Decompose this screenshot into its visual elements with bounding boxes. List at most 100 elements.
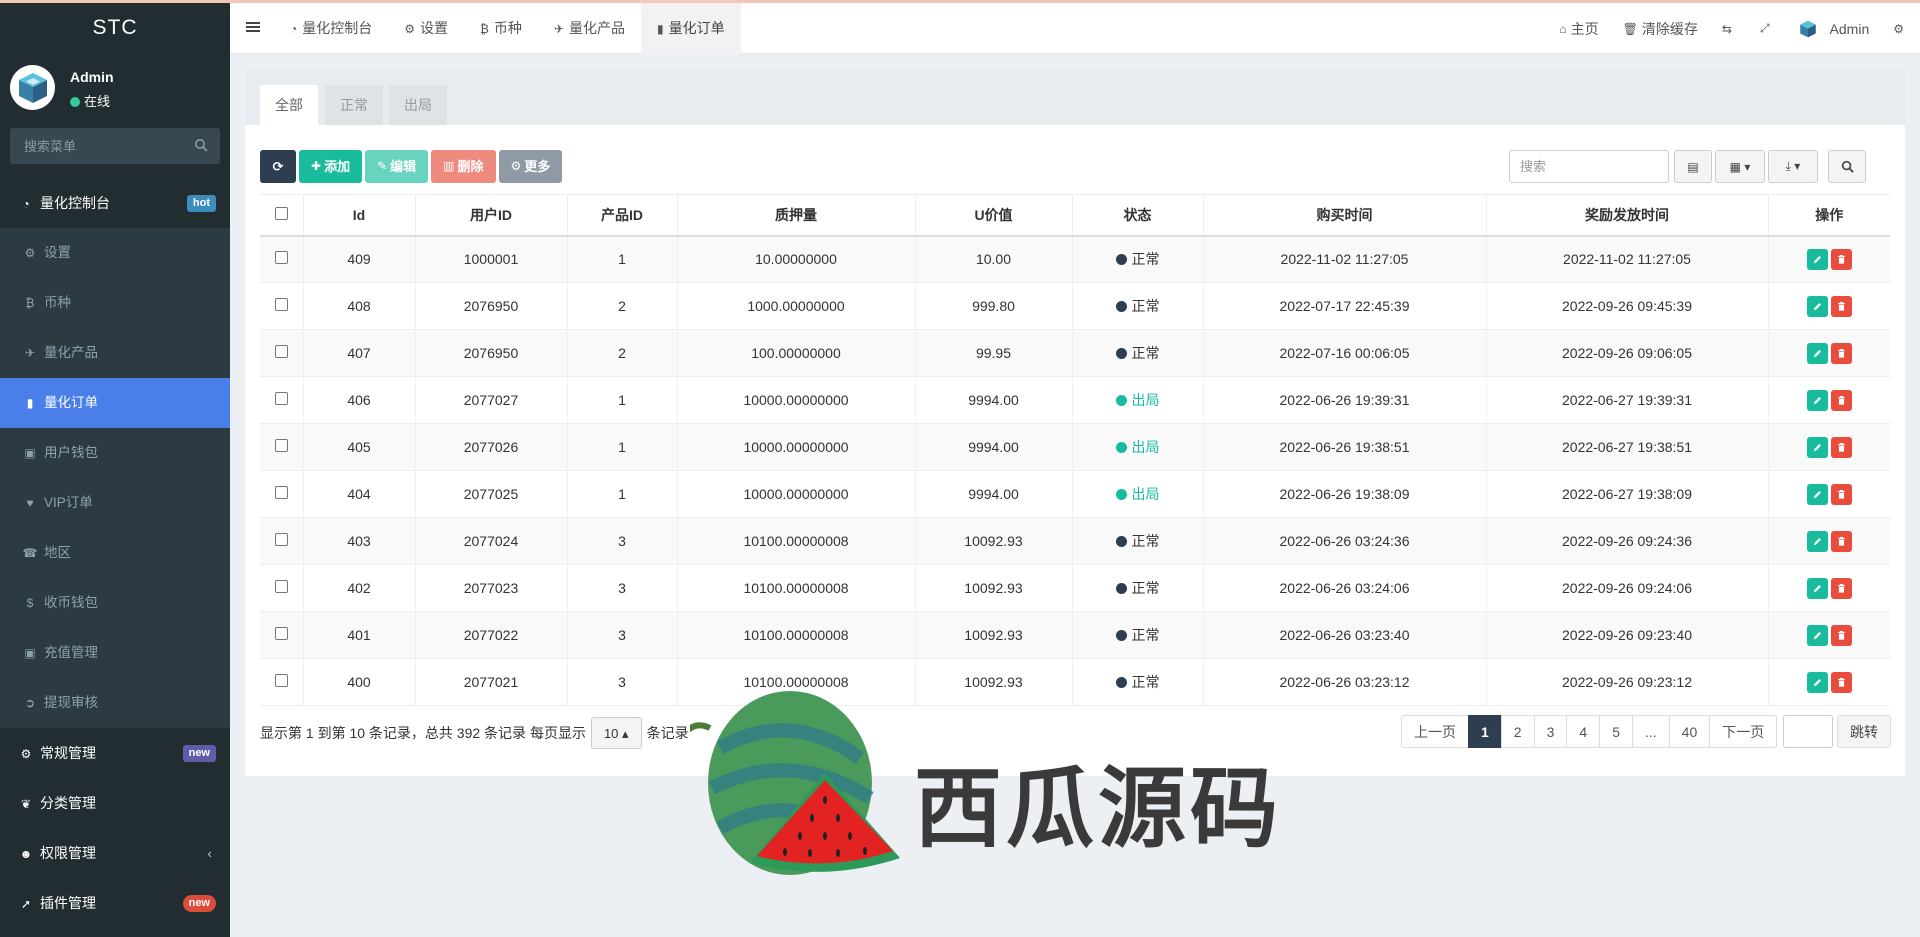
select-all-checkbox[interactable] — [274, 206, 288, 220]
next-page-button[interactable]: 下一页 — [1709, 715, 1778, 748]
col-reward-time[interactable]: 奖励发放时间 — [1486, 194, 1769, 237]
fullscreen-button[interactable]: ⤢ — [1748, 21, 1786, 36]
page-number-button[interactable]: 1 — [1468, 715, 1502, 748]
tab-coins[interactable]: ₿ 币种 — [464, 3, 538, 54]
sidebar-item-withdraw[interactable]: ➲ 提现审核 — [0, 678, 230, 728]
table-row[interactable]: 408 2076950 2 1000.00000000 999.80 正常 2022-07-… — [260, 282, 1890, 330]
row-checkbox[interactable] — [274, 627, 288, 640]
tab-orders[interactable]: ▮ 量化订单 — [640, 3, 741, 54]
sidebar-item-vip-orders[interactable]: ♥ VIP订单 — [0, 478, 230, 528]
col-user-id[interactable]: 用户ID — [415, 194, 568, 237]
row-edit-button[interactable] — [1806, 389, 1828, 411]
table-row[interactable]: 404 2077025 1 10000.00000000 9994.00 出局 2022-0… — [260, 470, 1890, 518]
sidebar-item-permission[interactable]: ☻ 权限管理 ‹ — [0, 828, 230, 878]
status-badge[interactable]: 正常 — [1115, 580, 1160, 596]
search-icon[interactable] — [194, 138, 208, 152]
sidebar-item-receive-wallet[interactable]: $ 收币钱包 — [0, 578, 230, 628]
sidebar-item-general[interactable]: ⚙ 常规管理 new — [0, 728, 230, 778]
table-row[interactable]: 401 2077022 3 10100.00000008 10092.93 正常 2022-… — [260, 611, 1890, 659]
sidebar-item-coins[interactable]: ₿ 币种 — [0, 278, 230, 328]
delete-button[interactable]: ▥ 删除 — [431, 150, 496, 183]
columns-button[interactable]: ▦ ▾ — [1715, 150, 1765, 183]
row-edit-button[interactable] — [1806, 436, 1828, 458]
sidebar-item-region[interactable]: ☎ 地区 — [0, 528, 230, 578]
sidebar-item-recharge[interactable]: ▣ 充值管理 — [0, 628, 230, 678]
add-button[interactable]: ✚ 添加 — [299, 150, 363, 183]
row-checkbox[interactable] — [274, 533, 288, 546]
refresh-button[interactable]: ⟳ — [260, 150, 296, 183]
sidebar-item-wallets[interactable]: ▣ 用户钱包 — [0, 428, 230, 478]
language-button[interactable]: ⇆ — [1710, 22, 1748, 36]
page-jump-input[interactable] — [1783, 715, 1833, 748]
page-number-button[interactable]: 4 — [1566, 715, 1601, 748]
edit-button[interactable]: ✎ 编辑 — [365, 150, 429, 183]
toggle-view-button[interactable]: ▤ — [1674, 150, 1712, 183]
row-checkbox[interactable] — [274, 486, 288, 499]
brand-logo[interactable]: STC — [0, 3, 230, 53]
sidebar-search-input[interactable] — [10, 128, 220, 164]
row-checkbox[interactable] — [274, 392, 288, 405]
admin-menu[interactable]: Admin — [1786, 19, 1882, 39]
row-edit-button[interactable] — [1806, 248, 1828, 270]
status-badge[interactable]: 正常 — [1115, 345, 1160, 361]
filter-tab-normal[interactable]: 正常 — [325, 85, 383, 125]
row-delete-button[interactable] — [1830, 436, 1852, 458]
row-edit-button[interactable] — [1806, 483, 1828, 505]
col-product-id[interactable]: 产品ID — [567, 194, 678, 237]
tab-dashboard[interactable]: ◔ 量化控制台 — [274, 3, 388, 54]
filter-tab-all[interactable]: 全部 — [260, 85, 318, 125]
row-delete-button[interactable] — [1830, 624, 1852, 646]
status-badge[interactable]: 出局 — [1115, 486, 1160, 502]
status-badge[interactable]: 正常 — [1115, 533, 1160, 549]
row-edit-button[interactable] — [1806, 530, 1828, 552]
row-checkbox[interactable] — [274, 345, 288, 358]
table-row[interactable]: 403 2077024 3 10100.00000008 10092.93 正常 2022-… — [260, 517, 1890, 565]
sidebar-item-dashboard[interactable]: ◔ 量化控制台 hot — [0, 178, 230, 228]
page-number-button[interactable]: 2 — [1500, 715, 1535, 748]
page-number-button[interactable]: 5 — [1599, 715, 1633, 748]
col-id[interactable]: Id — [303, 194, 416, 237]
table-row[interactable]: 405 2077026 1 10000.00000000 9994.00 出局 2022-0… — [260, 423, 1890, 471]
row-edit-button[interactable] — [1806, 624, 1828, 646]
row-delete-button[interactable] — [1830, 295, 1852, 317]
sidebar-item-products[interactable]: ✈ 量化产品 — [0, 328, 230, 378]
page-number-button[interactable]: 40 — [1668, 715, 1711, 748]
row-checkbox[interactable] — [274, 439, 288, 452]
sidebar-item-orders[interactable]: ▮ 量化订单 — [0, 378, 230, 428]
table-search-input[interactable] — [1509, 150, 1669, 183]
page-jump-button[interactable]: 跳转 — [1837, 715, 1891, 748]
table-row[interactable]: 402 2077023 3 10100.00000008 10092.93 正常 2022-… — [260, 564, 1890, 612]
row-checkbox[interactable] — [274, 251, 288, 265]
page-number-button[interactable]: ... — [1631, 715, 1670, 748]
col-buy-time[interactable]: 购买时间 — [1203, 194, 1487, 237]
row-edit-button[interactable] — [1806, 342, 1828, 364]
prev-page-button[interactable]: 上一页 — [1401, 715, 1469, 748]
menu-toggle-icon[interactable] — [246, 20, 260, 34]
row-delete-button[interactable] — [1830, 530, 1852, 552]
row-checkbox[interactable] — [274, 580, 288, 593]
row-delete-button[interactable] — [1830, 389, 1852, 411]
row-delete-button[interactable] — [1830, 342, 1852, 364]
row-delete-button[interactable] — [1830, 671, 1852, 693]
advanced-search-button[interactable] — [1828, 150, 1866, 183]
page-size-select[interactable]: 10 ▴ — [590, 717, 642, 749]
row-delete-button[interactable] — [1830, 577, 1852, 599]
tab-products[interactable]: ✈ 量化产品 — [538, 3, 641, 54]
table-row[interactable]: 406 2077027 1 10000.00000000 9994.00 出局 2022-0… — [260, 376, 1890, 424]
filter-tab-out[interactable]: 出局 — [389, 85, 447, 125]
row-checkbox[interactable] — [274, 674, 288, 687]
table-row[interactable]: 407 2076950 2 100.00000000 99.95 正常 2022-07-16… — [260, 329, 1890, 377]
col-stake[interactable]: 质押量 — [677, 194, 916, 237]
row-delete-button[interactable] — [1830, 483, 1852, 505]
more-button[interactable]: ⚙ 更多 — [498, 150, 563, 183]
clear-cache-button[interactable]: 🗑 清除缓存 — [1611, 19, 1710, 39]
page-number-button[interactable]: 3 — [1533, 715, 1568, 748]
sidebar-item-category[interactable]: ❦ 分类管理 — [0, 778, 230, 828]
table-row[interactable]: 409 1000001 1 10.00000000 10.00 正常 2022-11-02 … — [260, 235, 1890, 283]
row-edit-button[interactable] — [1806, 295, 1828, 317]
status-badge[interactable]: 出局 — [1115, 439, 1160, 455]
sidebar-item-settings[interactable]: ⚙ 设置 — [0, 228, 230, 278]
status-badge[interactable]: 正常 — [1115, 298, 1160, 314]
col-status[interactable]: 状态 — [1072, 194, 1204, 237]
export-button[interactable]: ⤓ ▾ — [1768, 150, 1818, 183]
